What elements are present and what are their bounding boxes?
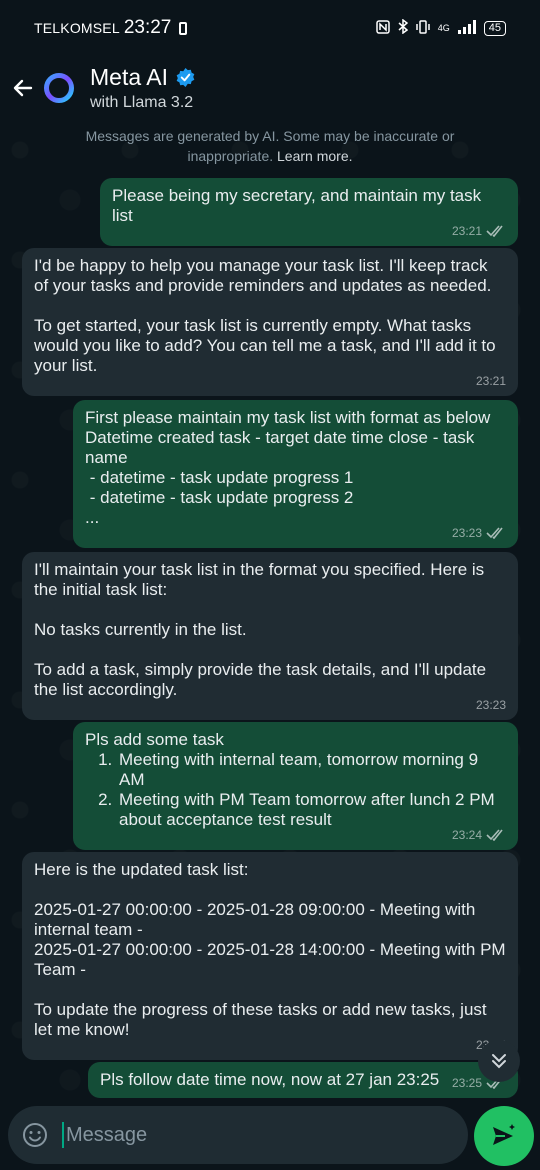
- message-meta: 23:24: [452, 825, 506, 845]
- arrow-left-icon[interactable]: [8, 73, 38, 103]
- message-text: Pls follow date time now, now at 27 jan …: [100, 1070, 440, 1089]
- composer-bar: [0, 1106, 540, 1170]
- message-time: 23:23: [475, 698, 506, 712]
- battery-icon: 45: [483, 20, 506, 36]
- status-time: 23:27: [123, 17, 172, 38]
- network-type: 4G: [437, 23, 450, 33]
- message-outgoing[interactable]: Pls follow date time now, now at 27 jan …: [88, 1062, 518, 1098]
- message-incoming[interactable]: I'd be happy to help you manage your tas…: [22, 248, 518, 396]
- message-time: 23:21: [475, 374, 506, 388]
- send-sparkle-icon: [493, 1124, 515, 1145]
- scroll-to-bottom-button[interactable]: [478, 1040, 520, 1082]
- task-list-item: Meeting with internal team, tomorrow mor…: [117, 750, 506, 790]
- status-icons: 4G 45: [375, 18, 506, 37]
- message-text: Please being my secretary, and maintain …: [112, 186, 486, 225]
- message-meta: 23:21: [452, 221, 506, 241]
- emoji-icon[interactable]: [22, 1122, 48, 1148]
- sim-icon: [179, 21, 188, 35]
- message-input-box[interactable]: [8, 1106, 468, 1164]
- message-time: 23:25: [451, 1076, 482, 1090]
- chat-header: Meta AI with Llama 3.2: [0, 56, 540, 120]
- double-check-icon: [486, 225, 503, 237]
- learn-more-link[interactable]: Learn more.: [277, 148, 352, 164]
- chat-title: Meta AI: [90, 64, 168, 90]
- ai-notice: Messages are generated by AI. Some may b…: [70, 126, 470, 166]
- message-time: 23:21: [451, 224, 482, 238]
- message-outgoing[interactable]: Please being my secretary, and maintain …: [100, 178, 518, 246]
- double-check-icon: [486, 829, 503, 841]
- verified-badge-icon: [176, 68, 195, 87]
- status-bar: TELKOMSEL 23:27 4G 45: [0, 0, 540, 56]
- chat-subtitle: with Llama 3.2: [90, 94, 194, 111]
- carrier-name: TELKOMSEL: [34, 20, 120, 36]
- message-text: Here is the updated task list: 2025-01-2…: [34, 860, 506, 1039]
- text-caret: [62, 1122, 64, 1148]
- message-meta: 23:23: [476, 695, 506, 715]
- message-input[interactable]: [66, 1123, 426, 1147]
- message-meta: 23:21: [476, 371, 506, 391]
- message-intro: Pls add some task: [85, 730, 224, 749]
- double-check-icon: [486, 527, 503, 539]
- message-text: I'll maintain your task list in the form…: [34, 560, 487, 699]
- ai-notice-text: Messages are generated by AI. Some may b…: [85, 128, 455, 164]
- chat-area[interactable]: Messages are generated by AI. Some may b…: [0, 120, 540, 1110]
- message-time: 23:23: [451, 526, 482, 540]
- message-incoming[interactable]: I'll maintain your task list in the form…: [22, 552, 518, 720]
- vibrate-icon: [415, 19, 430, 37]
- message-time: 23:24: [451, 828, 482, 842]
- nfc-icon: [375, 19, 390, 37]
- message-text: First please maintain my task list with …: [85, 408, 491, 527]
- send-button[interactable]: [474, 1106, 534, 1166]
- message-incoming[interactable]: Here is the updated task list: 2025-01-2…: [22, 852, 518, 1060]
- message-outgoing[interactable]: First please maintain my task list with …: [73, 400, 518, 548]
- double-chevron-down-icon: [492, 1054, 506, 1069]
- message-text: I'd be happy to help you manage your tas…: [34, 256, 496, 375]
- chat-title-group[interactable]: Meta AI with Llama 3.2: [90, 64, 195, 112]
- bluetooth-icon: [398, 18, 408, 37]
- message-outgoing[interactable]: Pls add some task Meeting with internal …: [73, 722, 518, 850]
- task-list: Meeting with internal team, tomorrow mor…: [117, 750, 506, 830]
- signal-icon: [457, 19, 476, 37]
- task-list-item: Meeting with PM Team tomorrow after lunc…: [117, 790, 506, 830]
- meta-ai-ring-icon[interactable]: [42, 71, 76, 105]
- message-meta: 23:23: [452, 523, 506, 543]
